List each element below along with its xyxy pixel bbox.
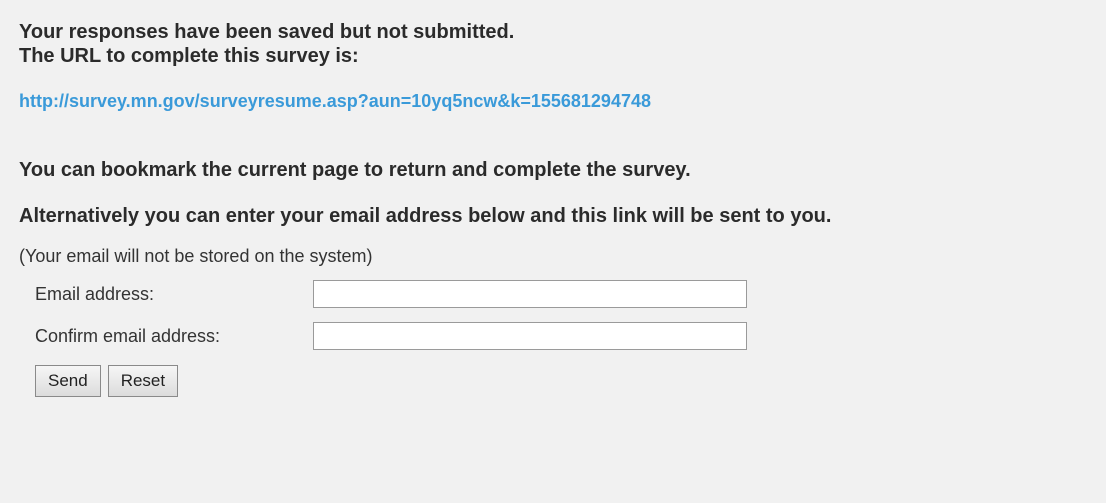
- confirm-email-row: Confirm email address:: [35, 319, 1106, 353]
- saved-message: Your responses have been saved but not s…: [19, 20, 1106, 68]
- privacy-note: (Your email will not be stored on the sy…: [19, 246, 373, 266]
- form-buttons: Send Reset: [35, 365, 1106, 397]
- email-field[interactable]: [313, 280, 747, 308]
- bookmark-message: You can bookmark the current page to ret…: [19, 159, 691, 181]
- confirm-email-field[interactable]: [313, 322, 747, 350]
- saved-message-line2: The URL to complete this survey is:: [19, 45, 359, 67]
- resume-survey-link[interactable]: http://survey.mn.gov/surveyresume.asp?au…: [19, 90, 1106, 112]
- send-button[interactable]: Send: [35, 365, 101, 397]
- save-survey-panel: Your responses have been saved but not s…: [0, 0, 1106, 503]
- email-label: Email address:: [35, 283, 155, 304]
- email-alternative-message: Alternatively you can enter your email a…: [19, 205, 832, 227]
- saved-message-line1: Your responses have been saved but not s…: [19, 21, 515, 43]
- email-row: Email address:: [35, 277, 1106, 311]
- confirm-email-label: Confirm email address:: [35, 325, 221, 346]
- reset-button[interactable]: Reset: [107, 365, 179, 397]
